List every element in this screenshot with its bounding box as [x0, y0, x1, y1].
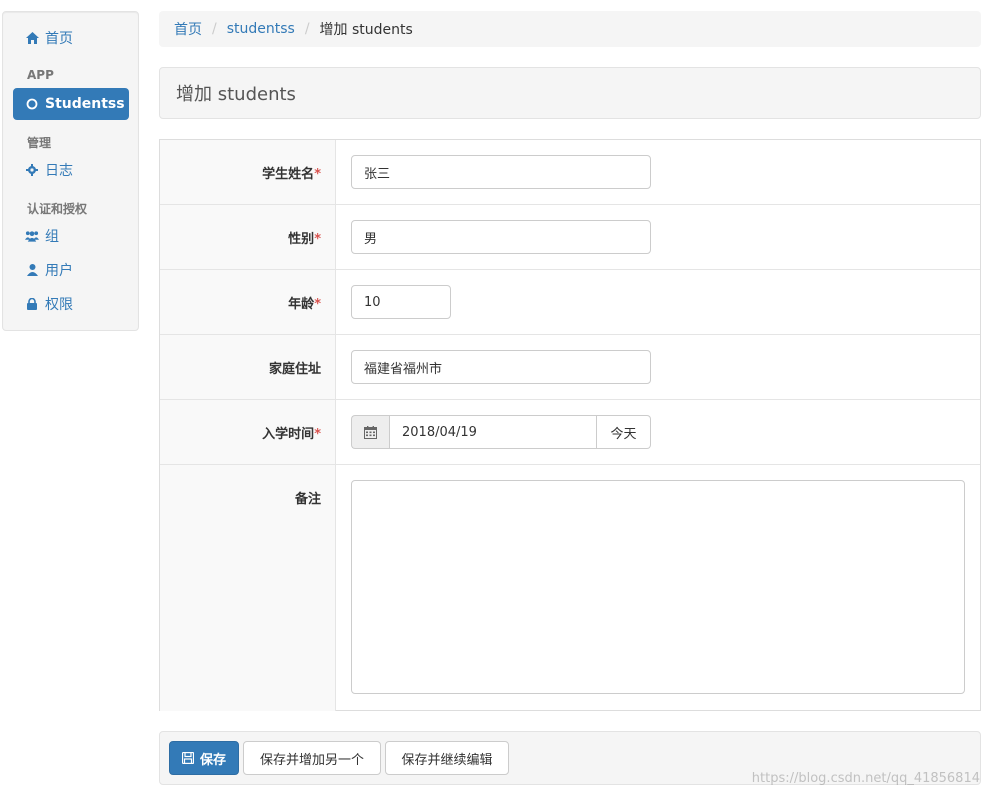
save-and-add-another-button[interactable]: 保存并增加另一个: [243, 741, 381, 775]
date-picker-group: 2018/04/19 今天: [351, 415, 651, 449]
gender-label: 性别*: [288, 232, 321, 247]
sidebar-item-label: 权限: [45, 297, 73, 313]
sidebar-item-label: 组: [45, 229, 59, 245]
name-input[interactable]: 张三: [351, 155, 651, 189]
home-icon: [25, 32, 39, 44]
form-row-gender: 性别* 男: [160, 205, 980, 270]
sidebar-section-app: APP: [27, 68, 54, 82]
sidebar-item-label: 首页: [45, 31, 73, 47]
form-row-age: 年龄* 10: [160, 270, 980, 335]
save-button[interactable]: 保存: [169, 741, 239, 775]
name-label: 学生姓名*: [262, 167, 321, 182]
sidebar-item-home[interactable]: 首页: [13, 22, 129, 54]
sidebar: 首页 APP Studentss 管理 日志 认证和授权 组 用户 权限: [2, 11, 139, 331]
sidebar-item-group[interactable]: 组: [13, 220, 129, 252]
breadcrumb-separator: /: [304, 21, 310, 37]
form-row-address: 家庭住址 福建省福州市: [160, 335, 980, 400]
save-button-label: 保存: [199, 752, 226, 768]
address-input[interactable]: 福建省福州市: [351, 350, 651, 384]
sidebar-item-permission[interactable]: 权限: [13, 288, 129, 320]
required-mark: *: [314, 297, 321, 312]
required-mark: *: [314, 167, 321, 182]
form-row-remark: 备注: [160, 465, 980, 711]
sidebar-item-label: Studentss: [45, 96, 125, 112]
calendar-icon[interactable]: [351, 415, 389, 449]
required-mark: *: [314, 232, 321, 247]
breadcrumb-separator: /: [212, 21, 217, 37]
enroll-date-label: 入学时间*: [262, 427, 321, 442]
required-mark: *: [314, 427, 321, 442]
breadcrumb-model-link[interactable]: studentss: [227, 21, 295, 37]
breadcrumb-home-link[interactable]: 首页: [174, 19, 202, 39]
watermark: https://blog.csdn.net/qq_41856814: [751, 771, 980, 786]
sidebar-item-label: 用户: [45, 263, 73, 279]
save-and-continue-button[interactable]: 保存并继续编辑: [385, 741, 509, 775]
breadcrumb-current: 增加 students: [319, 22, 413, 38]
address-label: 家庭住址: [268, 362, 321, 377]
age-label: 年龄*: [288, 297, 321, 312]
page-title: 增加 students: [159, 67, 981, 119]
remark-textarea[interactable]: [351, 480, 965, 694]
save-icon: [181, 752, 194, 764]
sidebar-item-label: 日志: [45, 163, 73, 179]
student-form: 学生姓名* 张三 性别* 男 年龄* 10 家庭住址 福建省福州市 入学时间* …: [159, 139, 981, 711]
sidebar-item-log[interactable]: 日志: [13, 154, 129, 186]
remark-label: 备注: [294, 492, 321, 507]
user-icon: [25, 264, 39, 276]
lock-icon: [25, 298, 39, 310]
gear-icon: [25, 164, 39, 176]
breadcrumb: 首页 / studentss / 增加 students: [159, 11, 981, 47]
sidebar-item-user[interactable]: 用户: [13, 254, 129, 286]
gender-input[interactable]: 男: [351, 220, 651, 254]
sidebar-section-manage: 管理: [27, 136, 52, 150]
form-row-name: 学生姓名* 张三: [160, 140, 980, 205]
circle-icon: [25, 98, 39, 110]
sidebar-item-studentss[interactable]: Studentss: [13, 88, 129, 120]
users-icon: [25, 230, 39, 242]
sidebar-section-auth: 认证和授权: [27, 202, 88, 216]
form-row-enroll-date: 入学时间* 2018/04/19 今天: [160, 400, 980, 465]
today-button[interactable]: 今天: [597, 415, 651, 449]
enroll-date-input[interactable]: 2018/04/19: [389, 415, 597, 449]
age-input[interactable]: 10: [351, 285, 451, 319]
